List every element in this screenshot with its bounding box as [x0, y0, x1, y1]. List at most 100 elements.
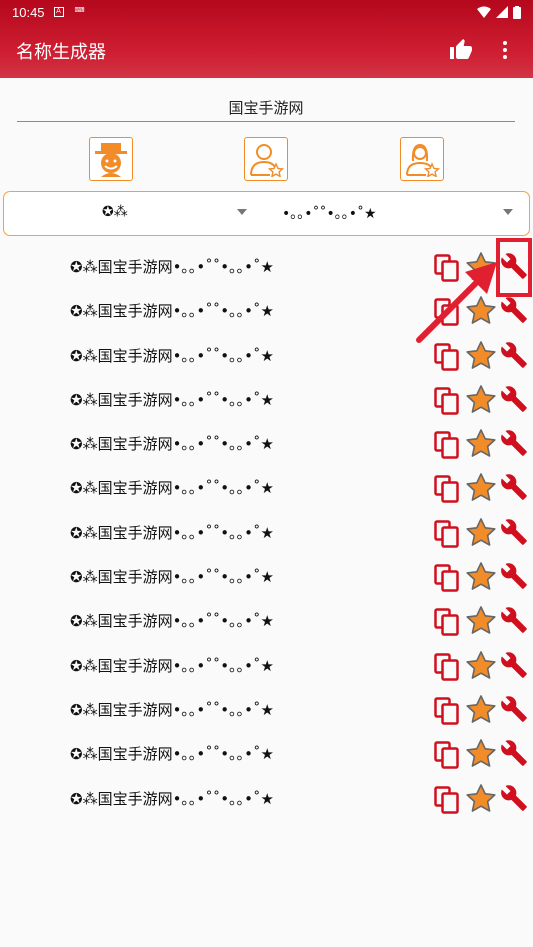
favorite-button[interactable] — [465, 694, 497, 729]
prefix-dropdown-value[interactable]: ✪⁂ — [102, 204, 128, 220]
copy-button[interactable] — [434, 342, 460, 375]
wrench-icon — [501, 430, 527, 457]
result-row[interactable]: ✪⁂国宝手游网•｡｡•˚˚•｡｡•˚★ — [0, 731, 533, 775]
copy-button[interactable] — [434, 652, 460, 685]
annotation-arrow-icon — [416, 262, 497, 343]
star-icon — [466, 739, 496, 768]
edit-tool-button[interactable] — [500, 606, 528, 638]
result-name-text[interactable]: ✪⁂国宝手游网•｡｡•˚˚•｡｡•˚★ — [70, 433, 274, 454]
app-title: 名称生成器 — [16, 42, 106, 63]
style-selector: ✪⁂ •｡｡•˚˚•｡｡•˚★ — [3, 191, 530, 236]
edit-tool-button[interactable] — [500, 562, 528, 594]
favorite-button[interactable] — [465, 428, 497, 463]
status-bar: 10:45 A ⌨ — [0, 0, 533, 24]
wrench-icon — [501, 474, 527, 501]
edit-tool-button[interactable] — [500, 296, 528, 328]
result-name-text[interactable]: ✪⁂国宝手游网•｡｡•˚˚•｡｡•˚★ — [70, 389, 274, 410]
edit-tool-button[interactable] — [500, 695, 528, 727]
prefix-dropdown-arrow-icon[interactable] — [237, 209, 247, 215]
wrench-icon — [501, 519, 527, 545]
favorite-button[interactable] — [465, 605, 497, 640]
copy-button[interactable] — [434, 431, 460, 463]
star-icon — [466, 385, 496, 413]
result-row[interactable]: ✪⁂国宝手游网•｡｡•˚˚•｡｡•˚★ — [0, 421, 533, 465]
wrench-icon — [501, 563, 527, 589]
wrench-icon — [501, 386, 527, 412]
wrench-icon — [501, 297, 527, 324]
result-row[interactable]: ✪⁂国宝手游网•｡｡•˚˚•｡｡•˚★ — [0, 687, 533, 731]
wrench-icon — [501, 740, 527, 767]
edit-tool-button[interactable] — [500, 473, 528, 505]
result-row[interactable]: ✪⁂国宝手游网•｡｡•˚˚•｡｡•˚★ — [0, 377, 533, 421]
star-icon — [466, 650, 496, 679]
result-name-text[interactable]: ✪⁂国宝手游网•｡｡•˚˚•｡｡•˚★ — [70, 522, 274, 543]
copy-icon — [434, 652, 459, 681]
favorite-button[interactable] — [465, 561, 497, 596]
female-style-button[interactable] — [400, 137, 444, 181]
edit-tool-button[interactable] — [500, 784, 528, 816]
copy-icon — [434, 741, 459, 770]
copy-button[interactable] — [434, 697, 460, 729]
copy-button[interactable] — [434, 475, 460, 507]
edit-tool-button[interactable] — [500, 739, 528, 771]
notification-a-icon: A — [53, 7, 64, 17]
result-name-text[interactable]: ✪⁂国宝手游网•｡｡•˚˚•｡｡•˚★ — [70, 655, 274, 676]
star-icon — [466, 606, 496, 635]
copy-button[interactable] — [434, 785, 460, 818]
copy-button[interactable] — [434, 520, 460, 552]
star-icon — [466, 783, 496, 812]
favorite-button[interactable] — [465, 738, 497, 773]
result-name-text[interactable]: ✪⁂国宝手游网•｡｡•˚˚•｡｡•˚★ — [70, 345, 274, 366]
copy-icon — [434, 697, 459, 725]
result-row[interactable]: ✪⁂国宝手游网•｡｡•˚˚•｡｡•˚★ — [0, 776, 533, 820]
star-icon — [466, 429, 496, 457]
result-name-text[interactable]: ✪⁂国宝手游网•｡｡•˚˚•｡｡•˚★ — [70, 300, 274, 321]
favorite-button[interactable] — [465, 650, 497, 685]
favorite-button[interactable] — [465, 472, 497, 507]
female-star-icon — [406, 143, 440, 177]
favorite-button[interactable] — [465, 517, 497, 552]
signal-icon — [496, 6, 508, 18]
copy-icon — [434, 387, 459, 415]
thumbs-up-icon[interactable] — [449, 38, 473, 62]
result-name-text[interactable]: ✪⁂国宝手游网•｡｡•˚˚•｡｡•˚★ — [70, 477, 274, 498]
copy-icon — [434, 785, 459, 814]
more-options-icon[interactable] — [496, 39, 514, 61]
suffix-dropdown-value[interactable]: •｡｡•˚˚•｡｡•˚★ — [282, 203, 377, 223]
star-icon — [466, 517, 496, 546]
result-name-text[interactable]: ✪⁂国宝手游网•｡｡•˚˚•｡｡•˚★ — [70, 743, 274, 764]
result-row[interactable]: ✪⁂国宝手游网•｡｡•˚˚•｡｡•˚★ — [0, 598, 533, 642]
favorite-button[interactable] — [465, 783, 497, 818]
edit-tool-button[interactable] — [500, 518, 528, 550]
male-style-button[interactable] — [244, 137, 288, 181]
copy-button[interactable] — [434, 608, 460, 640]
funny-style-button[interactable] — [89, 137, 133, 181]
edit-tool-button[interactable] — [500, 429, 528, 461]
edit-tool-button[interactable] — [500, 341, 528, 373]
copy-button[interactable] — [434, 387, 460, 419]
copy-icon — [434, 520, 459, 548]
status-time: 10:45 — [12, 4, 45, 20]
name-input[interactable] — [17, 94, 515, 122]
copy-button[interactable] — [434, 564, 460, 596]
male-star-icon — [250, 144, 284, 177]
favorite-button[interactable] — [465, 384, 497, 419]
wrench-icon — [501, 607, 527, 634]
result-name-text[interactable]: ✪⁂国宝手游网•｡｡•˚˚•｡｡•˚★ — [70, 256, 274, 277]
edit-tool-button[interactable] — [500, 651, 528, 683]
suffix-dropdown-arrow-icon[interactable] — [503, 209, 513, 215]
result-name-text[interactable]: ✪⁂国宝手游网•｡｡•˚˚•｡｡•˚★ — [70, 699, 274, 720]
result-row[interactable]: ✪⁂国宝手游网•｡｡•˚˚•｡｡•˚★ — [0, 510, 533, 554]
result-name-text[interactable]: ✪⁂国宝手游网•｡｡•˚˚•｡｡•˚★ — [70, 610, 274, 631]
star-icon — [466, 562, 496, 590]
copy-icon — [434, 608, 459, 637]
edit-tool-button[interactable] — [500, 385, 528, 417]
result-name-text[interactable]: ✪⁂国宝手游网•｡｡•˚˚•｡｡•˚★ — [70, 566, 274, 587]
result-row[interactable]: ✪⁂国宝手游网•｡｡•˚˚•｡｡•˚★ — [0, 554, 533, 598]
copy-icon — [434, 475, 459, 504]
result-name-text[interactable]: ✪⁂国宝手游网•｡｡•˚˚•｡｡•˚★ — [70, 788, 274, 809]
result-row[interactable]: ✪⁂国宝手游网•｡｡•˚˚•｡｡•˚★ — [0, 465, 533, 509]
copy-button[interactable] — [434, 741, 460, 773]
result-row[interactable]: ✪⁂国宝手游网•｡｡•˚˚•｡｡•˚★ — [0, 643, 533, 687]
wrench-icon — [501, 651, 527, 678]
